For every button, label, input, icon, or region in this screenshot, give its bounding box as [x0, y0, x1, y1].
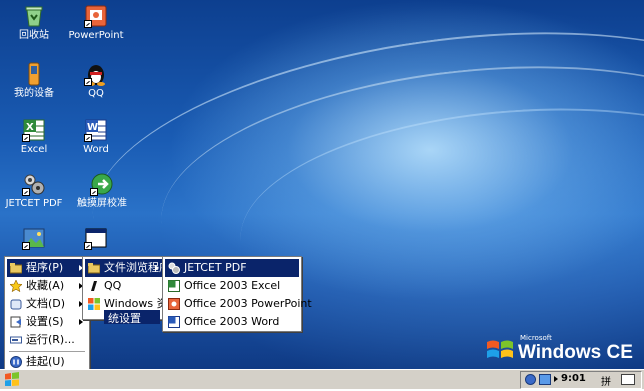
submenu-item-powerpoint[interactable]: Office 2003 PowerPoint — [165, 295, 312, 313]
menu-item-label: Office 2003 Excel — [184, 279, 281, 292]
desktop-icon-image[interactable] — [2, 226, 66, 252]
audio-tray-icon[interactable] — [525, 374, 536, 385]
jetcet-pdf-icon — [22, 172, 46, 196]
word-small-icon — [168, 316, 180, 328]
desktop-icon-qq[interactable]: QQ — [64, 62, 128, 100]
submenu-item-jetcet-pdf[interactable]: JETCET PDF — [165, 259, 299, 277]
desktop-icon-jetcet-pdf[interactable]: JETCET PDF — [2, 172, 66, 210]
run-icon — [10, 334, 22, 346]
menu-item-label: 收藏(A) — [26, 279, 65, 292]
desktop-icon-label: QQ — [88, 88, 104, 99]
menu-item-label: QQ — [104, 279, 122, 292]
powerpoint-icon — [84, 4, 108, 28]
start-button[interactable] — [2, 371, 24, 388]
folder-icon — [87, 262, 101, 274]
recycle-bin-icon — [22, 4, 46, 28]
desktop-icon-recycle-bin[interactable]: 回收站 — [2, 4, 66, 42]
submenu-item-word[interactable]: Office 2003 Word — [165, 313, 299, 331]
menu-item-label: 程序(P) — [26, 261, 64, 274]
menu-item-label: Office 2003 PowerPoint — [184, 297, 312, 310]
desktop-icon-label: 回收站 — [19, 30, 49, 41]
start-menu-item-favorites[interactable]: 收藏(A) — [7, 277, 87, 295]
qq-icon — [88, 280, 100, 292]
shortcut-arrow-icon — [84, 20, 92, 28]
jetcet-pdf-small-icon — [168, 262, 180, 274]
desktop-icon-label: Excel — [20, 144, 48, 155]
menu-item-label: 设置(S) — [26, 315, 64, 328]
settings-icon — [10, 316, 22, 328]
desktop-icon-excel[interactable]: X Excel — [2, 118, 66, 156]
desktop-icon-label: 我的设备 — [14, 88, 54, 99]
desktop-icon-powerpoint[interactable]: PowerPoint — [64, 4, 128, 42]
menu-item-label: Office 2003 Word — [184, 315, 280, 328]
favorites-star-icon — [9, 279, 23, 293]
submenu-item-excel[interactable]: Office 2003 Excel — [165, 277, 299, 295]
system-tray: 9:01 拼 — [520, 371, 642, 389]
touch-calibrate-icon — [90, 172, 114, 196]
shortcut-arrow-icon — [84, 134, 92, 142]
start-flag-icon — [5, 372, 19, 386]
keyboard-tray-icon[interactable] — [621, 374, 635, 385]
tray-arrow-icon[interactable] — [554, 376, 558, 382]
menu-item-label: JETCET PDF — [184, 261, 247, 274]
suspend-icon — [10, 356, 22, 368]
qq-penguin-icon — [84, 62, 108, 86]
my-device-icon — [22, 62, 46, 86]
menu-item-label: 挂起(U) — [26, 355, 65, 368]
desktop[interactable]: 回收站 PowerPoint 我的设备 QQ X Excel W Word JE… — [0, 0, 644, 369]
clock[interactable]: 9:01 — [561, 373, 586, 384]
word-icon: W — [84, 118, 108, 142]
shortcut-arrow-icon — [22, 242, 30, 250]
desktop-icon-word[interactable]: W Word — [64, 118, 128, 156]
shortcut-arrow-icon — [84, 78, 92, 86]
start-menu-item-settings[interactable]: 设置(S) — [7, 313, 87, 331]
shortcut-arrow-icon — [22, 134, 30, 142]
desktop-icon-touch-calibrate[interactable]: 触摸屏校准 — [70, 172, 134, 210]
menu-item-label: 文档(D) — [26, 297, 66, 310]
desktop-icon-label: JETCET PDF — [5, 198, 63, 209]
start-menu-item-programs[interactable]: 程序(P) — [7, 259, 87, 277]
windows-flag-icon — [88, 298, 100, 310]
excel-icon: X — [22, 118, 46, 142]
shortcut-arrow-icon — [90, 188, 98, 196]
obscured-menu-text: 统设置 — [108, 312, 141, 325]
window-program-icon — [84, 226, 108, 250]
programs-folder-icon — [9, 262, 23, 274]
documents-icon — [10, 298, 22, 310]
start-menu-item-run[interactable]: 运行(R)... — [7, 331, 87, 349]
excel-small-icon — [168, 280, 180, 292]
windows-flag-logo-icon — [486, 338, 514, 362]
file-explorer-submenu: JETCET PDF Office 2003 Excel Office 2003… — [162, 256, 312, 332]
start-menu: 程序(P) 收藏(A) 文档(D) 设置(S) 运行(R)... 挂起(U) — [4, 256, 90, 369]
ime-indicator[interactable]: 拼 — [601, 373, 611, 388]
network-tray-icon[interactable] — [539, 374, 551, 385]
submenu-arrow-icon — [155, 265, 159, 271]
powerpoint-small-icon — [168, 298, 180, 310]
microsoft-logo-text: Microsoft — [520, 334, 552, 342]
shortcut-arrow-icon — [84, 242, 92, 250]
menu-item-label: 文件浏览程序 — [104, 261, 170, 274]
desktop-icon-label: PowerPoint — [68, 30, 124, 41]
desktop-icon-label: Word — [83, 144, 109, 155]
start-menu-item-documents[interactable]: 文档(D) — [7, 295, 87, 313]
desktop-icon-program-window[interactable] — [64, 226, 128, 252]
svg-text:W: W — [87, 122, 98, 133]
windows-ce-logo: Microsoft Windows CE — [486, 334, 644, 368]
shortcut-arrow-icon — [22, 188, 30, 196]
programs-item-qq[interactable]: QQ — [85, 277, 163, 295]
image-file-icon — [22, 226, 46, 250]
programs-item-file-explorer[interactable]: 文件浏览程序 — [85, 259, 170, 277]
menu-item-label: 运行(R)... — [26, 333, 75, 346]
windows-ce-logo-text: Windows CE — [518, 342, 633, 363]
desktop-icon-my-device[interactable]: 我的设备 — [2, 62, 66, 100]
start-menu-item-suspend[interactable]: 挂起(U) — [7, 353, 87, 369]
taskbar: 9:01 拼 — [0, 369, 644, 389]
svg-text:X: X — [26, 122, 34, 133]
desktop-icon-label: 触摸屏校准 — [77, 198, 127, 209]
